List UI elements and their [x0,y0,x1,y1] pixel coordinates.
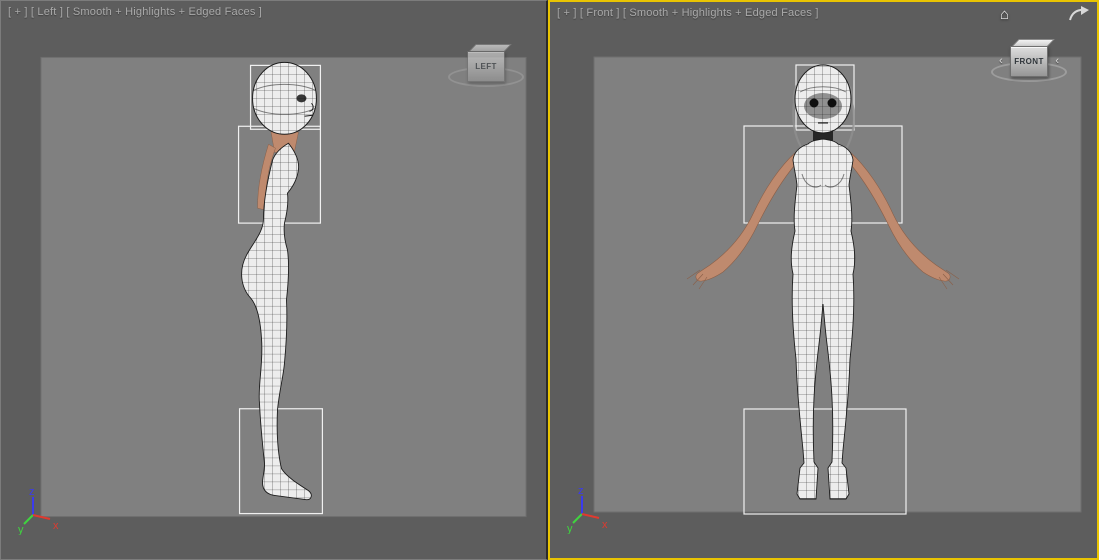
viewcube-face[interactable]: LEFT [467,51,505,82]
x-axis-line [32,514,51,520]
x-axis-label: x [602,519,608,531]
viewcube[interactable]: LEFT [448,41,524,101]
y-axis-line [572,513,583,524]
x-axis-label: x [53,520,59,532]
viewcube-rotate-left-icon[interactable]: ‹ [999,56,1003,67]
face-shadow [804,93,842,119]
right-eye [827,98,837,108]
axis-gizmo: z y x [567,485,608,534]
head-mesh [252,61,317,135]
left-eye [809,98,819,108]
y-axis-label: y [18,524,24,535]
home-icon[interactable]: ⌂ [1000,7,1009,22]
y-axis-label: y [567,523,573,534]
eye [296,94,307,103]
viewcube-rotate-right-icon[interactable]: ‹ [1055,56,1059,67]
orbit-arrow-icon[interactable] [1067,6,1091,27]
viewport-label-menu[interactable]: [ + ] [ Front ] [ Smooth + Highlights + … [557,7,819,19]
viewport-area: [ + ] [ Left ] [ Smooth + Highlights + E… [0,0,1099,560]
z-axis-label: z [578,485,584,497]
viewcube-face[interactable]: FRONT [1010,46,1048,77]
axis-gizmo: z y x [18,486,59,535]
viewport-front[interactable]: [ + ] [ Front ] [ Smooth + Highlights + … [548,0,1099,560]
x-axis-line [581,513,600,519]
viewcube[interactable]: FRONT ‹ ‹ [991,36,1067,96]
viewport-label-menu[interactable]: [ + ] [ Left ] [ Smooth + Highlights + E… [8,6,262,18]
viewport-left[interactable]: [ + ] [ Left ] [ Smooth + Highlights + E… [0,0,548,560]
z-axis-label: z [29,486,35,498]
y-axis-line [23,514,34,525]
head-mesh [794,64,852,134]
